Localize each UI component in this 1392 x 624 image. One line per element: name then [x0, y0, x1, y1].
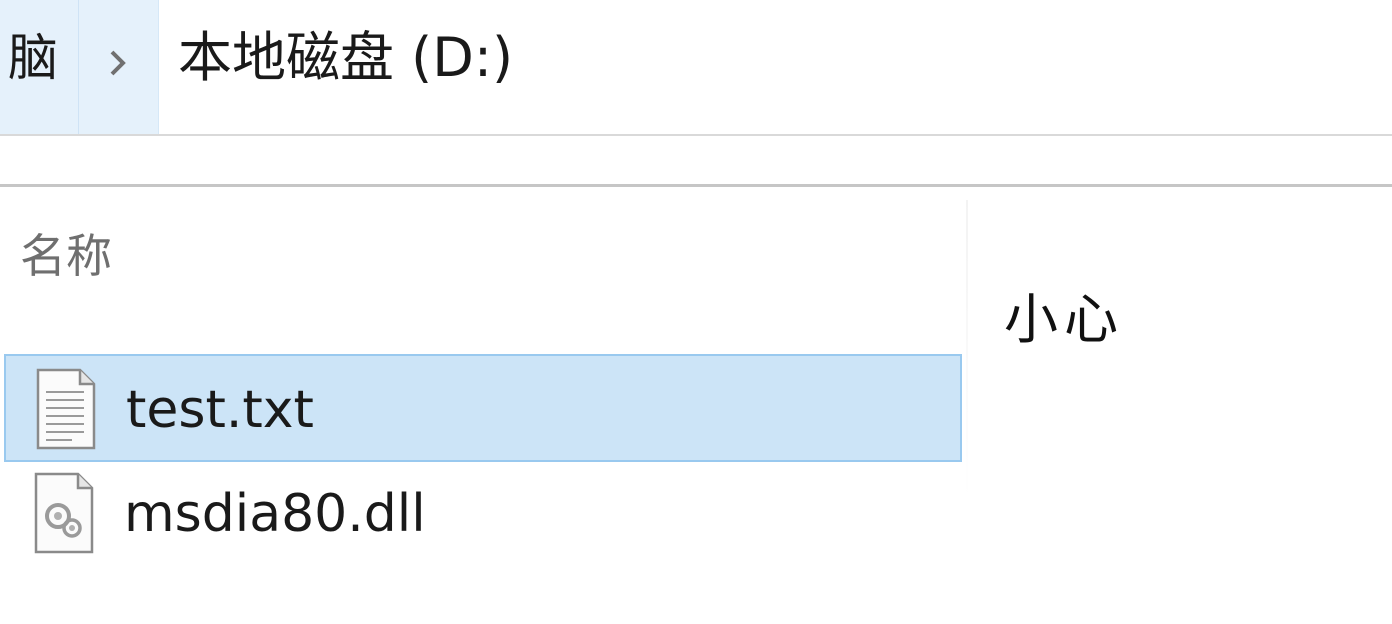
- file-name: msdia80.dll: [124, 484, 426, 544]
- file-row-test-txt[interactable]: test.txt: [4, 354, 962, 462]
- file-name: test.txt: [126, 380, 314, 440]
- breadcrumb-item-this-pc[interactable]: 脑: [0, 0, 79, 134]
- pane-divider: [966, 200, 968, 500]
- breadcrumb-item-label: 脑: [8, 29, 58, 87]
- breadcrumb-separator-button[interactable]: [79, 0, 159, 134]
- dll-file-icon: [34, 472, 94, 554]
- breadcrumb-current-location[interactable]: 本地磁盘 (D:): [178, 26, 513, 90]
- toolbar-separator: [0, 136, 1392, 187]
- column-header-name[interactable]: 名称: [20, 226, 112, 286]
- chevron-right-icon: [110, 50, 126, 76]
- side-pane-text: 小心: [1004, 288, 1124, 351]
- text-file-icon: [36, 368, 96, 450]
- file-row-msdia80-dll[interactable]: msdia80.dll: [4, 460, 962, 568]
- address-bar[interactable]: 脑 本地磁盘 (D:): [0, 0, 1392, 136]
- file-explorer-window: 脑 本地磁盘 (D:) 名称 小心 test.txt msdia80.dll: [0, 0, 1392, 624]
